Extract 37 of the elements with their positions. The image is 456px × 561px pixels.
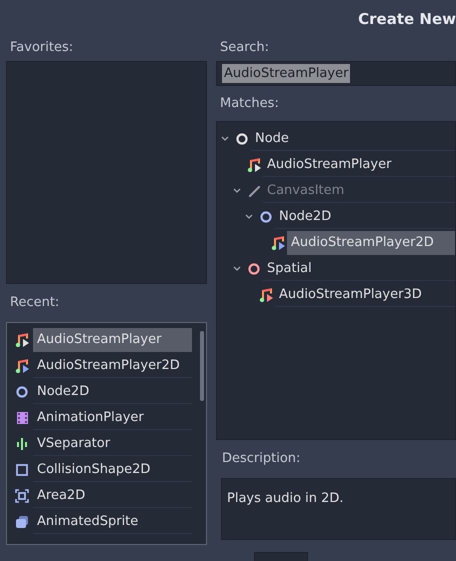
film-strip-icon <box>15 411 29 425</box>
area-icon <box>15 489 29 503</box>
circle-icon <box>247 262 261 276</box>
search-field[interactable]: AudioStreamPlayer <box>216 61 456 86</box>
recent-item[interactable]: AnimationPlayer <box>33 406 192 430</box>
favorites-label: Favorites: <box>10 38 74 57</box>
tree-item[interactable]: Node <box>251 127 455 151</box>
tree-item[interactable]: AudioStreamPlayer <box>263 153 455 177</box>
square-icon <box>15 463 29 477</box>
search-label: Search: <box>220 38 270 57</box>
recent-item[interactable]: AudioStreamPlayer2D <box>33 354 192 378</box>
music-note-icon <box>271 236 285 250</box>
recent-label: Recent: <box>10 294 60 312</box>
scrollbar[interactable] <box>200 331 204 401</box>
recent-list[interactable]: AudioStreamPlayer AudioStreamPlayer2D Node2D AnimationPlayer VSeparator CollisionShape2D Area2D AnimatedSprite <box>6 322 207 545</box>
dialog-title: Create New <box>358 8 456 30</box>
recent-item[interactable]: AudioStreamPlayer <box>33 328 192 352</box>
description-text: Plays audio in 2D. <box>227 491 344 506</box>
sprite-icon <box>15 515 29 529</box>
description-label: Description: <box>222 450 300 468</box>
recent-item[interactable]: AnimatedSprite <box>33 510 192 534</box>
tree-item[interactable]: Spatial <box>263 257 455 281</box>
separator-icon <box>15 437 29 451</box>
music-note-icon <box>259 288 273 302</box>
circle-icon <box>259 210 273 224</box>
music-note-icon <box>15 333 29 347</box>
recent-item[interactable]: Node2D <box>33 380 192 404</box>
tree-item[interactable]: AudioStreamPlayer3D <box>275 283 455 307</box>
matches-label: Matches: <box>220 94 279 113</box>
circle-icon <box>15 385 29 399</box>
recent-item[interactable]: VSeparator <box>33 432 192 456</box>
recent-item[interactable]: CollisionShape2D <box>33 458 192 482</box>
brush-icon <box>247 184 261 198</box>
music-note-icon <box>15 359 29 373</box>
circle-icon <box>235 132 249 146</box>
recent-item[interactable]: Area2D <box>33 484 192 508</box>
music-note-icon <box>247 158 261 172</box>
